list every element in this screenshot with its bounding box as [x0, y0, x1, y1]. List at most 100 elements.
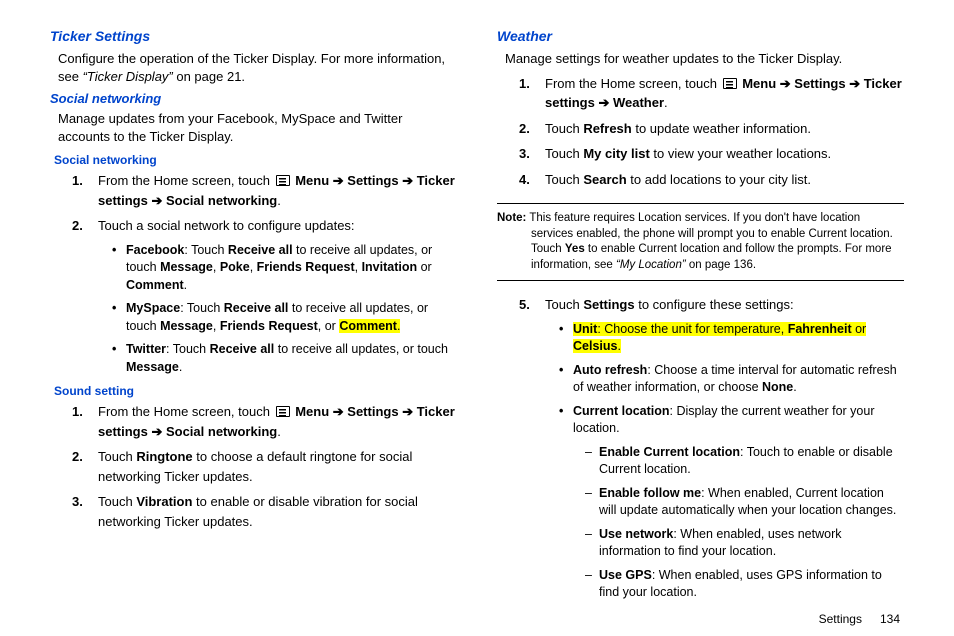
arrow-icon: ➔: [329, 404, 347, 419]
menu-label: Social networking: [166, 424, 277, 439]
list-item: Auto refresh: Choose a time interval for…: [559, 362, 904, 397]
heading-ticker-settings: Ticker Settings: [50, 28, 457, 44]
menu-label: Settings: [347, 173, 398, 188]
menu-label: Menu: [742, 76, 776, 91]
list-item: MySpace: Touch Receive all to receive al…: [112, 300, 457, 335]
text: : Choose the unit for temperature,: [597, 322, 787, 336]
text: Touch: [545, 146, 583, 161]
list-item: 1. From the Home screen, touch Menu ➔ Se…: [78, 171, 457, 210]
arrow-icon: ➔: [399, 404, 417, 419]
label: Message: [160, 260, 213, 274]
menu-label: Weather: [613, 95, 664, 110]
step-number: 2.: [519, 119, 530, 139]
step-number: 3.: [519, 144, 530, 164]
menu-label: Settings: [347, 404, 398, 419]
text: ,: [213, 319, 220, 333]
label: Receive all: [228, 243, 293, 257]
footer-page-number: 134: [880, 612, 900, 626]
step-number: 1.: [72, 171, 83, 191]
label: My city list: [583, 146, 649, 161]
list-item: 4. Touch Search to add locations to your…: [525, 170, 904, 190]
label: Twitter: [126, 342, 166, 356]
step-number: 2.: [72, 447, 83, 467]
subheading-social-networking: Social networking: [54, 153, 457, 167]
label: Celsius: [573, 339, 617, 353]
text: : Touch: [184, 243, 228, 257]
current-location-sublist: Enable Current location: Touch to enable…: [585, 444, 904, 602]
menu-label: Menu: [295, 404, 329, 419]
social-networks-bullets: Facebook: Touch Receive all to receive a…: [112, 242, 457, 377]
list-item: Facebook: Touch Receive all to receive a…: [112, 242, 457, 295]
subheading-sound-setting: Sound setting: [54, 384, 457, 398]
list-item: Enable follow me: When enabled, Current …: [585, 485, 904, 520]
label: Auto refresh: [573, 363, 647, 377]
label: Search: [583, 172, 626, 187]
label: Message: [160, 319, 213, 333]
text: ,: [213, 260, 220, 274]
list-item: 1. From the Home screen, touch Menu ➔ Se…: [78, 402, 457, 441]
arrow-icon: ➔: [595, 95, 613, 110]
label: Friends Request: [257, 260, 355, 274]
menu-label: Menu: [295, 173, 329, 188]
text: .: [664, 95, 668, 110]
text: From the Home screen, touch: [98, 173, 274, 188]
text: on page 136.: [686, 259, 756, 271]
list-item: Unit: Choose the unit for temperature, F…: [559, 321, 904, 356]
label: Enable follow me: [599, 486, 701, 500]
list-item: Use GPS: When enabled, uses GPS informat…: [585, 567, 904, 602]
text: : Touch: [180, 301, 224, 315]
note-box: Note: This feature requires Location ser…: [497, 203, 904, 281]
footer-section: Settings: [819, 612, 862, 626]
text: Touch: [98, 449, 136, 464]
text: .: [793, 380, 796, 394]
list-item: Current location: Display the current we…: [559, 403, 904, 602]
left-column: Ticker Settings Configure the operation …: [50, 28, 457, 608]
label: Ringtone: [136, 449, 192, 464]
label: Comment: [126, 278, 184, 292]
text: on page 21.: [173, 69, 245, 84]
list-item: 2. Touch a social network to configure u…: [78, 216, 457, 376]
text: Touch a social network to configure upda…: [98, 218, 355, 233]
list-item: Enable Current location: Touch to enable…: [585, 444, 904, 479]
menu-icon: [276, 175, 290, 186]
label: Vibration: [136, 494, 192, 509]
text: Touch: [98, 494, 136, 509]
label: Facebook: [126, 243, 184, 257]
step-number: 1.: [519, 74, 530, 94]
page-footer: Settings 134: [819, 612, 900, 626]
label: Enable Current location: [599, 445, 740, 459]
label: Message: [126, 360, 179, 374]
weather-paragraph: Manage settings for weather updates to t…: [505, 50, 904, 68]
menu-icon: [723, 78, 737, 89]
menu-label: Settings: [794, 76, 845, 91]
text: or: [852, 322, 867, 336]
label: None: [762, 380, 793, 394]
heading-weather: Weather: [497, 28, 904, 44]
arrow-icon: ➔: [148, 193, 166, 208]
label: Use GPS: [599, 568, 652, 582]
text: to configure these settings:: [635, 297, 794, 312]
sound-steps-list: 1. From the Home screen, touch Menu ➔ Se…: [78, 402, 457, 531]
text: .: [184, 278, 187, 292]
text: .: [617, 339, 620, 353]
text: From the Home screen, touch: [98, 404, 274, 419]
text: to view your weather locations.: [650, 146, 831, 161]
label: Invitation: [362, 260, 418, 274]
text: Touch: [545, 172, 583, 187]
text: : Touch: [166, 342, 210, 356]
arrow-icon: ➔: [399, 173, 417, 188]
text: ,: [355, 260, 362, 274]
heading-social-networking: Social networking: [50, 91, 457, 106]
text: , or: [318, 319, 340, 333]
ticker-settings-paragraph: Configure the operation of the Ticker Di…: [58, 50, 457, 85]
text: to add locations to your city list.: [627, 172, 811, 187]
list-item: Twitter: Touch Receive all to receive al…: [112, 341, 457, 376]
text: .: [397, 319, 400, 333]
social-steps-list: 1. From the Home screen, touch Menu ➔ Se…: [78, 171, 457, 376]
text: ,: [250, 260, 257, 274]
label-highlighted: Unit: [573, 322, 597, 336]
weather-steps-list-cont: 5. Touch Settings to configure these set…: [525, 295, 904, 602]
social-paragraph: Manage updates from your Facebook, MySpa…: [58, 110, 457, 145]
list-item: 3. Touch My city list to view your weath…: [525, 144, 904, 164]
label: Current location: [573, 404, 670, 418]
